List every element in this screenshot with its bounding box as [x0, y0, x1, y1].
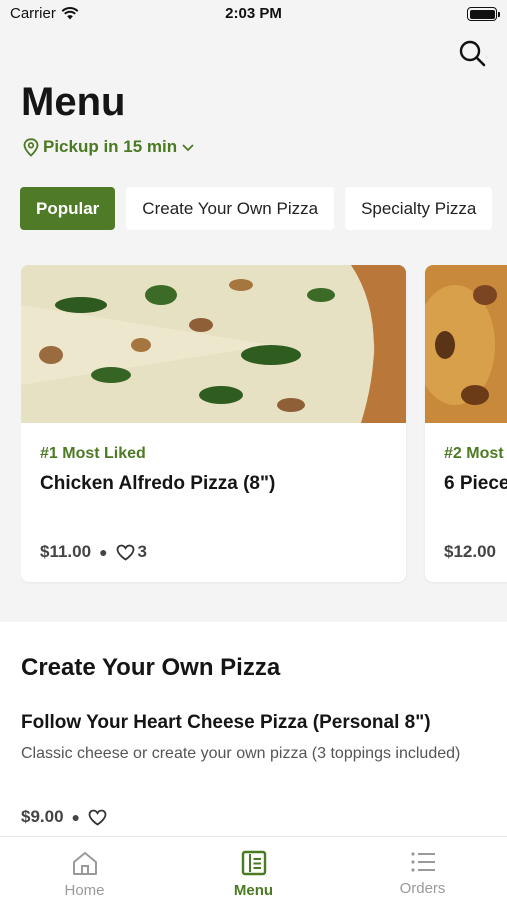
menu-book-icon	[241, 850, 266, 876]
chip-specialty-pizza[interactable]: Specialty Pizza	[345, 187, 493, 230]
pizza-image	[425, 265, 507, 423]
search-button[interactable]	[457, 38, 487, 68]
card-meta: $11.00 ● 3	[40, 542, 147, 562]
card-badge: #2 Most	[444, 445, 504, 462]
menu-item-meta: $9.00 ●	[21, 807, 107, 827]
chicken-alfredo-pizza-image	[21, 265, 406, 423]
popular-card[interactable]: #1 Most Liked Chicken Alfredo Pizza (8")…	[21, 265, 406, 582]
heart-icon[interactable]	[88, 809, 107, 826]
popular-card[interactable]: #2 Most 6 Piece $12.00	[425, 265, 507, 582]
tab-menu[interactable]: Menu	[169, 837, 338, 900]
card-price: $12.00	[444, 542, 496, 561]
chip-popular[interactable]: Popular	[20, 187, 116, 230]
tab-orders[interactable]: Orders	[338, 837, 507, 900]
like-count: 3	[137, 542, 147, 561]
battery-icon	[467, 7, 500, 21]
status-bar: Carrier 2:03 PM	[0, 0, 507, 30]
separator-dot: ●	[71, 809, 81, 825]
card-meta: $12.00	[444, 542, 496, 562]
tab-label: Home	[64, 882, 105, 899]
chevron-down-icon	[182, 144, 194, 152]
heart-icon	[116, 544, 134, 561]
tab-label: Orders	[399, 880, 446, 897]
chip-create-your-own-pizza[interactable]: Create Your Own Pizza	[126, 187, 335, 230]
menu-item-price: $9.00	[21, 807, 64, 826]
category-chips: Popular Create Your Own Pizza Specialty …	[20, 187, 493, 230]
status-time: 2:03 PM	[225, 5, 282, 22]
separator-dot: ●	[99, 544, 108, 560]
search-icon	[459, 40, 486, 67]
pickup-selector[interactable]: Pickup in 15 min	[23, 137, 195, 157]
section-title: Create Your Own Pizza	[21, 654, 281, 681]
location-pin-icon	[23, 137, 39, 157]
card-title: Chicken Alfredo Pizza (8")	[40, 473, 276, 494]
card-badge: #1 Most Liked	[40, 445, 146, 462]
menu-item-title[interactable]: Follow Your Heart Cheese Pizza (Personal…	[21, 712, 431, 734]
like-button[interactable]: 3	[116, 542, 147, 562]
tab-label: Menu	[233, 882, 274, 899]
page-title: Menu	[21, 80, 126, 124]
card-title: 6 Piece	[444, 473, 507, 494]
list-icon	[410, 852, 435, 872]
popular-carousel: #1 Most Liked Chicken Alfredo Pizza (8")…	[21, 265, 507, 585]
tab-home[interactable]: Home	[0, 837, 169, 900]
tab-bar: Home Menu Orders	[0, 836, 507, 900]
home-icon	[72, 852, 97, 875]
pickup-label: Pickup in 15 min	[43, 137, 178, 156]
card-price: $11.00	[40, 542, 92, 561]
menu-item-description: Classic cheese or create your own pizza …	[21, 745, 461, 762]
